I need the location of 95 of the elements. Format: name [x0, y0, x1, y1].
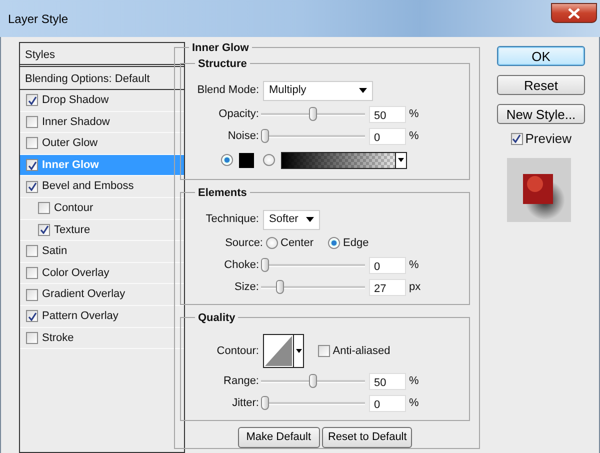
field-label: Choke:: [223, 258, 260, 273]
contour-picker[interactable]: [263, 334, 304, 368]
push-button[interactable]: OK: [497, 46, 585, 66]
close-button[interactable]: [551, 3, 597, 23]
push-button[interactable]: Make Default: [238, 427, 320, 448]
checkbox[interactable]: [26, 94, 38, 106]
caret-icon: [306, 217, 314, 222]
item-label: Contour: [54, 201, 94, 216]
list-item[interactable]: Color Overlay: [20, 262, 184, 284]
window-title: Layer Style: [8, 10, 68, 28]
close-icon: [568, 8, 580, 18]
unit-label: %: [408, 258, 419, 273]
field-label: Contour:: [216, 344, 260, 359]
item-label: Gradient Overlay: [42, 287, 126, 302]
checkbox[interactable]: [26, 245, 38, 258]
list-item[interactable]: Texture: [20, 220, 184, 242]
list-item[interactable]: Contour: [20, 198, 184, 220]
option-label: Center: [280, 236, 314, 251]
unit-label: %: [408, 396, 419, 411]
push-button[interactable]: Reset to Default: [322, 427, 412, 448]
slider-thumb[interactable]: [309, 107, 317, 121]
unit-label: %: [408, 128, 419, 144]
field-label: Jitter:: [231, 396, 260, 411]
field-label: Opacity:: [218, 106, 260, 122]
checkbox[interactable]: [26, 137, 38, 150]
radio-button[interactable]: [263, 154, 275, 166]
checkbox[interactable]: [26, 267, 38, 280]
slider-thumb[interactable]: [276, 280, 284, 294]
number-field[interactable]: 0: [369, 256, 406, 274]
gradient-picker[interactable]: [280, 152, 406, 168]
push-button[interactable]: New Style...: [497, 104, 585, 124]
dropdown-value: Multiply: [269, 83, 306, 98]
checkbox[interactable]: [318, 345, 330, 357]
number-field[interactable]: 0: [369, 394, 406, 412]
list-item[interactable]: Pattern Overlay: [20, 306, 184, 328]
list-item[interactable]: Blending Options: Default: [20, 67, 184, 90]
list-item[interactable]: Satin: [20, 241, 184, 263]
number-field[interactable]: 50: [369, 106, 406, 122]
dropdown[interactable]: Multiply: [263, 80, 373, 100]
option-label: Edge: [343, 236, 369, 251]
item-label: Texture: [54, 222, 90, 238]
list-item[interactable]: Drop Shadow: [20, 90, 184, 112]
radio-button[interactable]: [266, 237, 278, 249]
radio-button[interactable]: [221, 154, 233, 166]
item-label: Outer Glow: [42, 136, 98, 152]
list-item[interactable]: Bevel and Emboss: [20, 176, 184, 198]
dropdown[interactable]: Softer: [263, 210, 320, 230]
unit-label: %: [408, 106, 419, 122]
contour-curve-icon: [264, 335, 293, 367]
unit-label: px: [408, 280, 421, 295]
item-label: Pattern Overlay: [42, 308, 118, 324]
checkbox[interactable]: [38, 202, 50, 214]
group-title: Quality: [195, 310, 238, 326]
item-label: Inner Glow: [42, 158, 99, 173]
caret-icon: [398, 158, 404, 162]
field-label: Source:: [224, 236, 263, 251]
dropdown-value: Softer: [269, 212, 298, 228]
item-label: Color Overlay: [42, 266, 110, 281]
checkbox[interactable]: [26, 180, 38, 193]
checkbox[interactable]: [26, 288, 38, 301]
checkbox-label: Preview: [525, 130, 572, 148]
checkbox[interactable]: [510, 132, 522, 145]
field-label: Technique:: [204, 212, 260, 228]
push-button[interactable]: Reset: [497, 75, 585, 95]
field-label: Range:: [222, 374, 260, 389]
item-label: Drop Shadow: [42, 93, 109, 108]
item-label: Stroke: [42, 330, 74, 346]
radio-button[interactable]: [328, 237, 340, 249]
checkbox[interactable]: [26, 159, 38, 172]
slider-thumb[interactable]: [261, 129, 269, 143]
list-item[interactable]: Inner Shadow: [20, 112, 184, 134]
slider-thumb[interactable]: [261, 396, 269, 410]
caret-icon: [359, 88, 367, 93]
number-field[interactable]: 50: [369, 372, 406, 390]
checkbox[interactable]: [26, 332, 38, 344]
item-label: Inner Shadow: [42, 114, 110, 130]
checkbox-label: Anti-aliased: [332, 344, 390, 359]
slider-thumb[interactable]: [309, 374, 317, 388]
field-label: Blend Mode:: [196, 83, 260, 98]
list-header[interactable]: Styles: [20, 43, 184, 67]
list-item[interactable]: Gradient Overlay: [20, 284, 184, 306]
number-field[interactable]: 27: [369, 278, 406, 296]
color-swatch[interactable]: [238, 152, 254, 168]
slider-thumb[interactable]: [261, 258, 269, 272]
item-label: Bevel and Emboss: [42, 179, 134, 194]
item-label: Satin: [42, 244, 68, 260]
unit-label: %: [408, 374, 419, 389]
number-field[interactable]: 0: [369, 128, 406, 144]
list-item[interactable]: Stroke: [20, 328, 184, 350]
caret-icon: [296, 349, 302, 353]
checkbox[interactable]: [38, 224, 50, 236]
field-label: Size:: [234, 280, 260, 295]
checkbox[interactable]: [26, 310, 38, 322]
checkbox[interactable]: [26, 116, 38, 128]
field-label: Noise:: [226, 128, 260, 144]
